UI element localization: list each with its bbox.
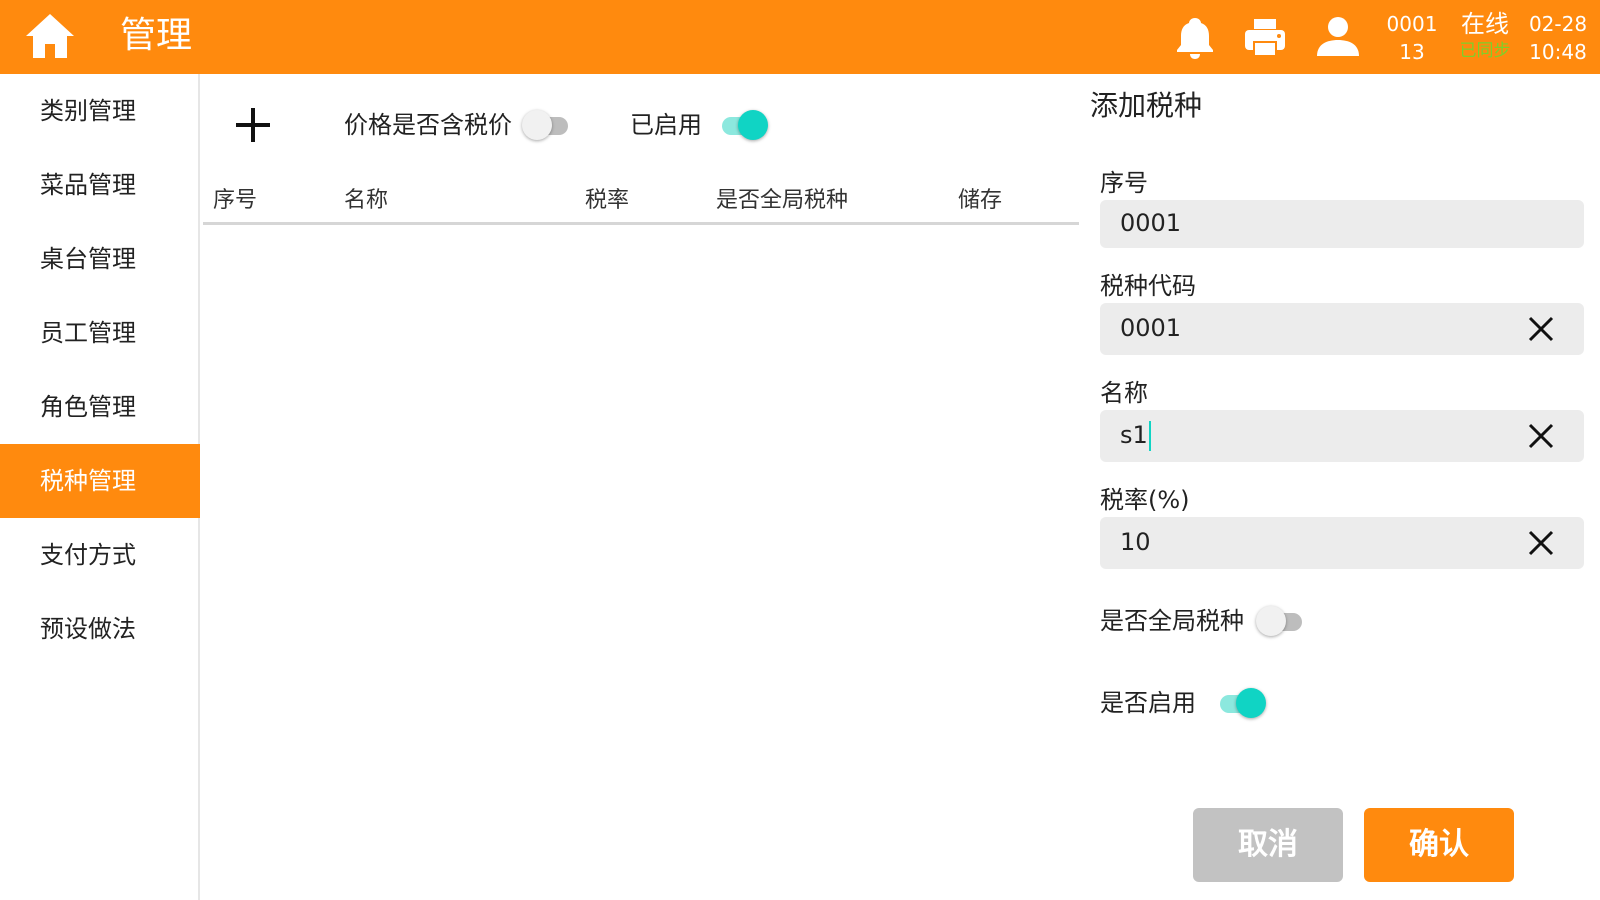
time-text: 10:48 [1529, 40, 1587, 64]
user-icon[interactable] [1315, 14, 1361, 60]
sidebar: 类别管理 菜品管理 桌台管理 员工管理 角色管理 税种管理 支付方式 预设做法 [0, 74, 200, 900]
toggle-knob [1256, 606, 1286, 636]
tax-code-label: 税种代码 [1100, 272, 1196, 300]
price-includes-tax-label: 价格是否含税价 [344, 111, 512, 139]
column-header-rate[interactable]: 税率 [585, 186, 629, 216]
home-icon[interactable] [24, 12, 76, 60]
seq-label: 序号 [1100, 169, 1148, 197]
plus-icon[interactable] [228, 100, 278, 150]
tax-rate-value: 10 [1120, 528, 1151, 556]
sidebar-item-tables[interactable]: 桌台管理 [0, 222, 200, 296]
seq-field[interactable]: 0001 [1100, 200, 1584, 248]
toggle-knob [1236, 688, 1266, 718]
name-value: s1 [1120, 421, 1148, 449]
table-header-divider [203, 222, 1079, 225]
online-status: 在线 [1461, 10, 1509, 38]
close-icon[interactable] [1526, 421, 1556, 451]
column-header-name[interactable]: 名称 [344, 186, 388, 216]
bell-icon[interactable] [1172, 14, 1218, 60]
tax-code-value: 0001 [1120, 314, 1182, 342]
text-cursor [1148, 421, 1151, 451]
enabled-filter-label: 已启用 [630, 111, 702, 139]
terminal-info: 0001 13 [1382, 10, 1442, 66]
terminal-id: 0001 [1386, 12, 1438, 36]
close-icon[interactable] [1526, 314, 1556, 344]
cancel-button[interactable]: 取消 [1193, 808, 1343, 882]
column-header-global[interactable]: 是否全局税种 [716, 186, 848, 216]
price-includes-tax-toggle[interactable] [522, 110, 572, 140]
column-header-save[interactable]: 储存 [958, 186, 1002, 216]
tax-code-field[interactable]: 0001 [1100, 303, 1584, 355]
connection-status: 在线 已同步 [1452, 8, 1518, 62]
confirm-button[interactable]: 确认 [1364, 808, 1514, 882]
name-field[interactable]: s1 [1100, 410, 1584, 462]
sidebar-item-category[interactable]: 类别管理 [0, 74, 200, 148]
toggle-knob [738, 110, 768, 140]
toggle-knob [522, 110, 552, 140]
page-title: 管理 [120, 15, 193, 56]
tax-rate-field[interactable]: 10 [1100, 517, 1584, 569]
sidebar-item-presets[interactable]: 预设做法 [0, 592, 200, 666]
close-icon[interactable] [1526, 528, 1556, 558]
terminal-sub: 13 [1399, 40, 1425, 64]
name-label: 名称 [1100, 379, 1148, 407]
sidebar-item-tax[interactable]: 税种管理 [0, 444, 200, 518]
global-tax-label: 是否全局税种 [1100, 607, 1244, 635]
sidebar-item-dishes[interactable]: 菜品管理 [0, 148, 200, 222]
printer-icon[interactable] [1242, 14, 1288, 60]
sync-status: 已同步 [1459, 41, 1511, 61]
form-title: 添加税种 [1090, 89, 1203, 122]
global-tax-toggle[interactable] [1256, 606, 1306, 636]
top-bar: 管理 0001 13 在线 已同步 02-28 10:48 [0, 0, 1600, 74]
sidebar-item-roles[interactable]: 角色管理 [0, 370, 200, 444]
seq-value: 0001 [1120, 209, 1182, 237]
enable-toggle[interactable] [1216, 688, 1266, 718]
sidebar-item-staff[interactable]: 员工管理 [0, 296, 200, 370]
date-text: 02-28 [1528, 12, 1588, 36]
enabled-filter-toggle[interactable] [718, 110, 768, 140]
tax-rate-label: 税率(%) [1100, 486, 1190, 514]
column-header-seq[interactable]: 序号 [213, 186, 257, 216]
sidebar-item-payment[interactable]: 支付方式 [0, 518, 200, 592]
datetime: 02-28 10:48 [1525, 10, 1591, 66]
enable-label: 是否启用 [1100, 689, 1196, 717]
